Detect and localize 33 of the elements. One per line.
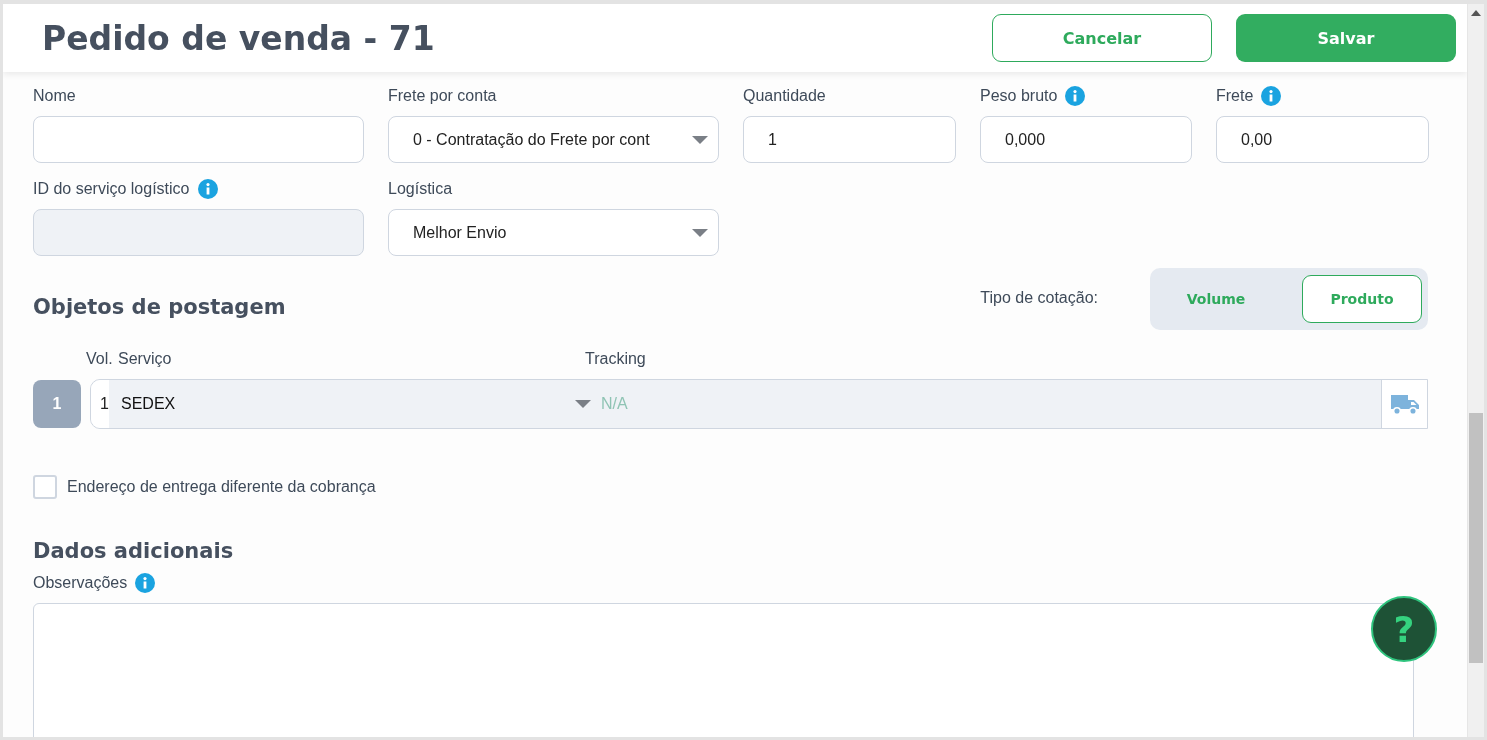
field-label: Peso bruto bbox=[980, 87, 1058, 105]
checkbox[interactable] bbox=[33, 475, 57, 499]
column-header: Serviço bbox=[118, 350, 173, 369]
select-field[interactable]: 0 - Contratação do Frete por cont bbox=[388, 116, 719, 163]
field-label: Frete por conta bbox=[388, 87, 497, 105]
field-label: Observações bbox=[33, 574, 128, 592]
field-label: Quantidade bbox=[743, 87, 826, 105]
checkbox-label: Endereço de entrega diferente da cobrança bbox=[67, 478, 376, 496]
page-title: Pedido de venda - 71 bbox=[42, 18, 435, 58]
column-header: Vol. bbox=[86, 350, 114, 369]
text-area[interactable] bbox=[33, 603, 1414, 737]
input-field[interactable]: 0,00 bbox=[1216, 116, 1429, 163]
help-button[interactable]: ? bbox=[1371, 596, 1437, 662]
info-icon[interactable] bbox=[1261, 86, 1282, 106]
input-field[interactable]: 0,000 bbox=[980, 116, 1192, 163]
scroll-up-icon[interactable] bbox=[1471, 10, 1481, 16]
section-heading: Dados adicionais bbox=[33, 539, 235, 563]
info-icon[interactable] bbox=[1065, 86, 1086, 106]
field-label: Nome bbox=[33, 87, 76, 105]
quote-type-label: Tipo de cotação: bbox=[980, 289, 1098, 307]
column-header: Tracking bbox=[585, 350, 646, 369]
section-heading: Objetos de postagem bbox=[33, 295, 286, 319]
input-field[interactable] bbox=[33, 116, 364, 163]
info-icon[interactable] bbox=[135, 573, 156, 593]
field-label: ID do serviço logístico bbox=[33, 180, 190, 198]
input-field[interactable]: 1 bbox=[743, 116, 956, 163]
caret-icon bbox=[692, 135, 708, 144]
field-label: Frete bbox=[1216, 87, 1254, 105]
row-number-badge: 1 bbox=[33, 380, 81, 428]
field-label: Logística bbox=[388, 180, 453, 198]
select-field[interactable]: Melhor Envio bbox=[388, 209, 719, 256]
caret-icon bbox=[692, 228, 708, 237]
scrollbar[interactable] bbox=[1467, 4, 1484, 737]
